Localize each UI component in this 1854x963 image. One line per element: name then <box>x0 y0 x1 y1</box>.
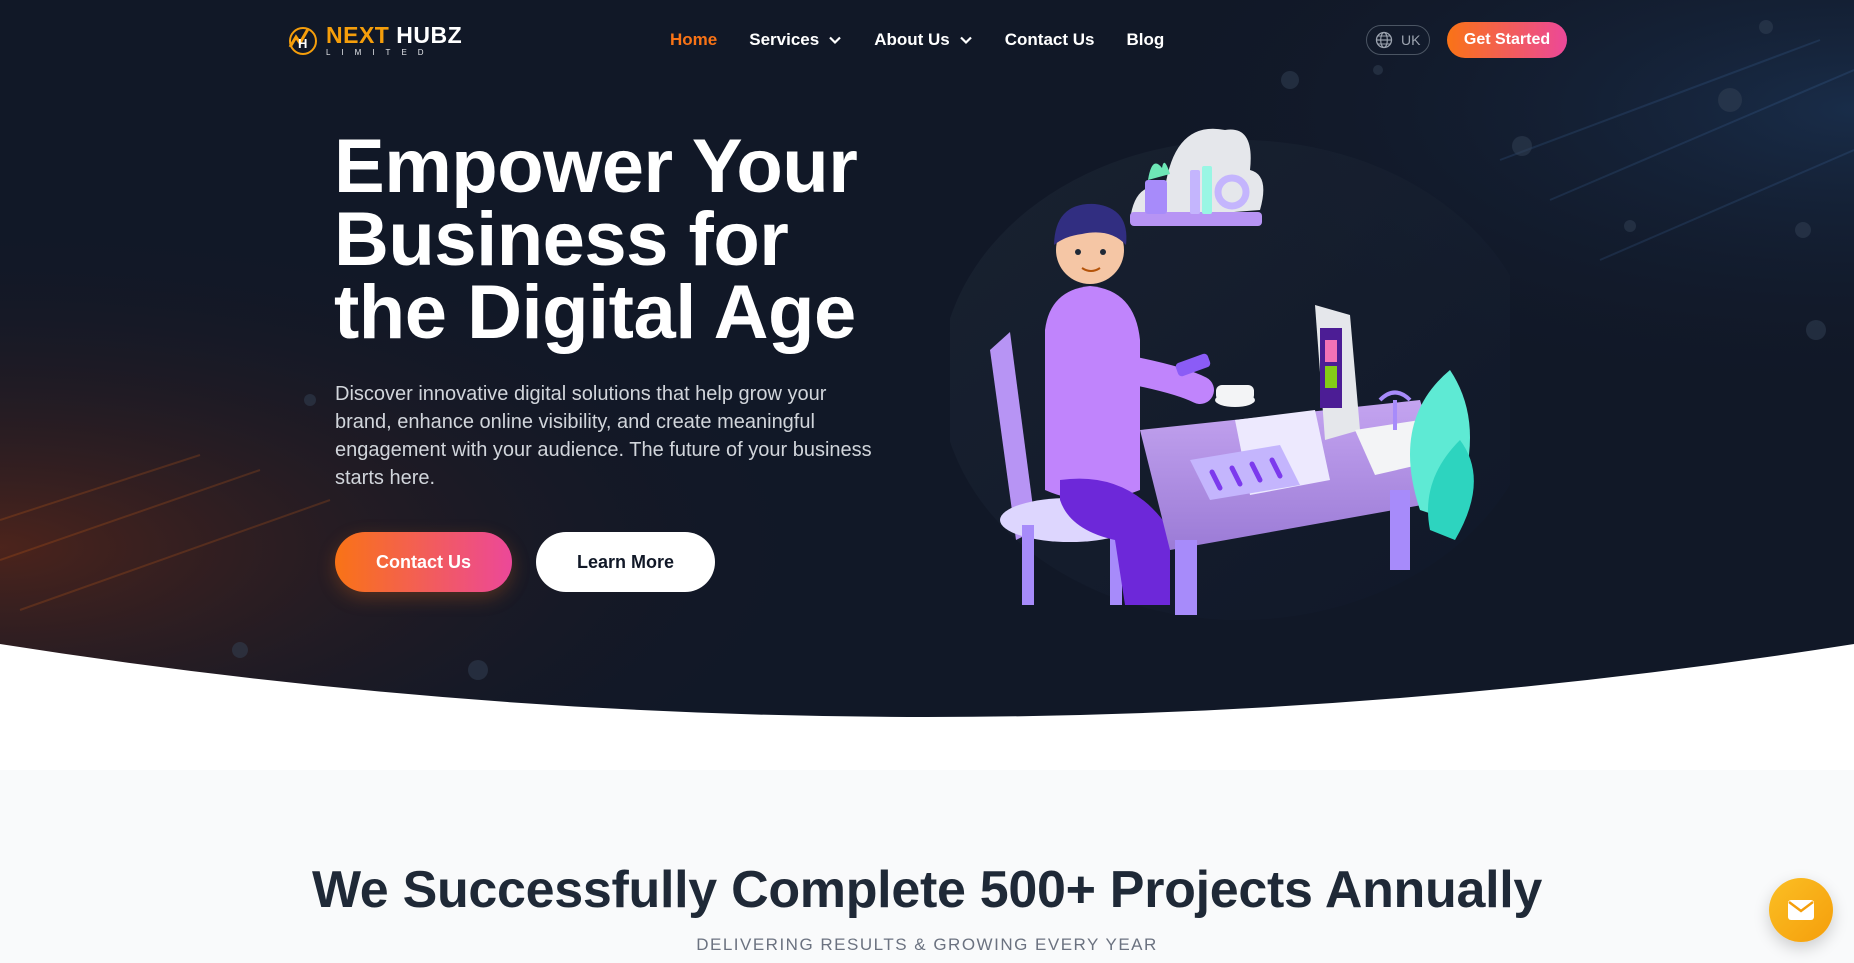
nav-item-home-label: Home <box>670 30 718 49</box>
contact-us-button[interactable]: Contact Us <box>335 532 512 592</box>
logo-icon: H <box>288 27 317 55</box>
nav-item-services-label: Services <box>749 30 820 49</box>
projects-subheading: DELIVERING RESULTS & GROWING EVERY YEAR <box>696 935 1158 954</box>
nav-item-services[interactable]: Services <box>749 30 842 50</box>
hero-headline-line3: the Digital Age <box>334 270 856 355</box>
nav-item-about-us[interactable]: About Us <box>874 30 973 50</box>
hero-background <box>0 0 1854 730</box>
globe-icon <box>1375 31 1393 49</box>
language-code: UK <box>1401 32 1421 48</box>
brand-name-part2: HUBZ <box>396 21 463 48</box>
learn-more-button[interactable]: Learn More <box>536 532 715 592</box>
nav-item-contact-us[interactable]: Contact Us <box>1005 30 1095 50</box>
projects-heading: We Successfully Complete 500+ Projects A… <box>311 861 1543 919</box>
chevron-down-icon <box>829 36 841 45</box>
nav-item-blog-label: Blog <box>1126 30 1165 49</box>
hero-description: Discover innovative digital solutions th… <box>335 383 872 489</box>
main-menu: Home Services About Us Contact Us Blog <box>670 26 1196 54</box>
top-navigation: H NEXT HUBZ LIMITED Home Services About … <box>0 0 1854 80</box>
get-started-button[interactable]: Get Started <box>1447 22 1567 58</box>
contact-mail-button[interactable] <box>1769 878 1833 942</box>
chevron-down-icon <box>959 36 972 45</box>
nav-item-contact-label: Contact Us <box>1004 30 1095 49</box>
hero-headline: Empower Your Business for the Digital Ag… <box>334 129 894 351</box>
nav-item-about-label: About Us <box>874 30 950 49</box>
brand-logo[interactable]: H NEXT HUBZ LIMITED <box>286 22 462 58</box>
brand-name-part1: NEXT <box>326 21 390 48</box>
brand-tagline: LIMITED <box>326 47 435 57</box>
svg-text:H: H <box>298 36 307 51</box>
hero-section <box>0 0 1854 730</box>
mail-icon <box>1788 900 1814 920</box>
language-selector[interactable]: UK <box>1366 25 1430 55</box>
hero-illustration <box>950 128 1510 620</box>
nav-item-blog[interactable]: Blog <box>1126 30 1164 50</box>
nav-item-home[interactable]: Home <box>670 30 717 50</box>
